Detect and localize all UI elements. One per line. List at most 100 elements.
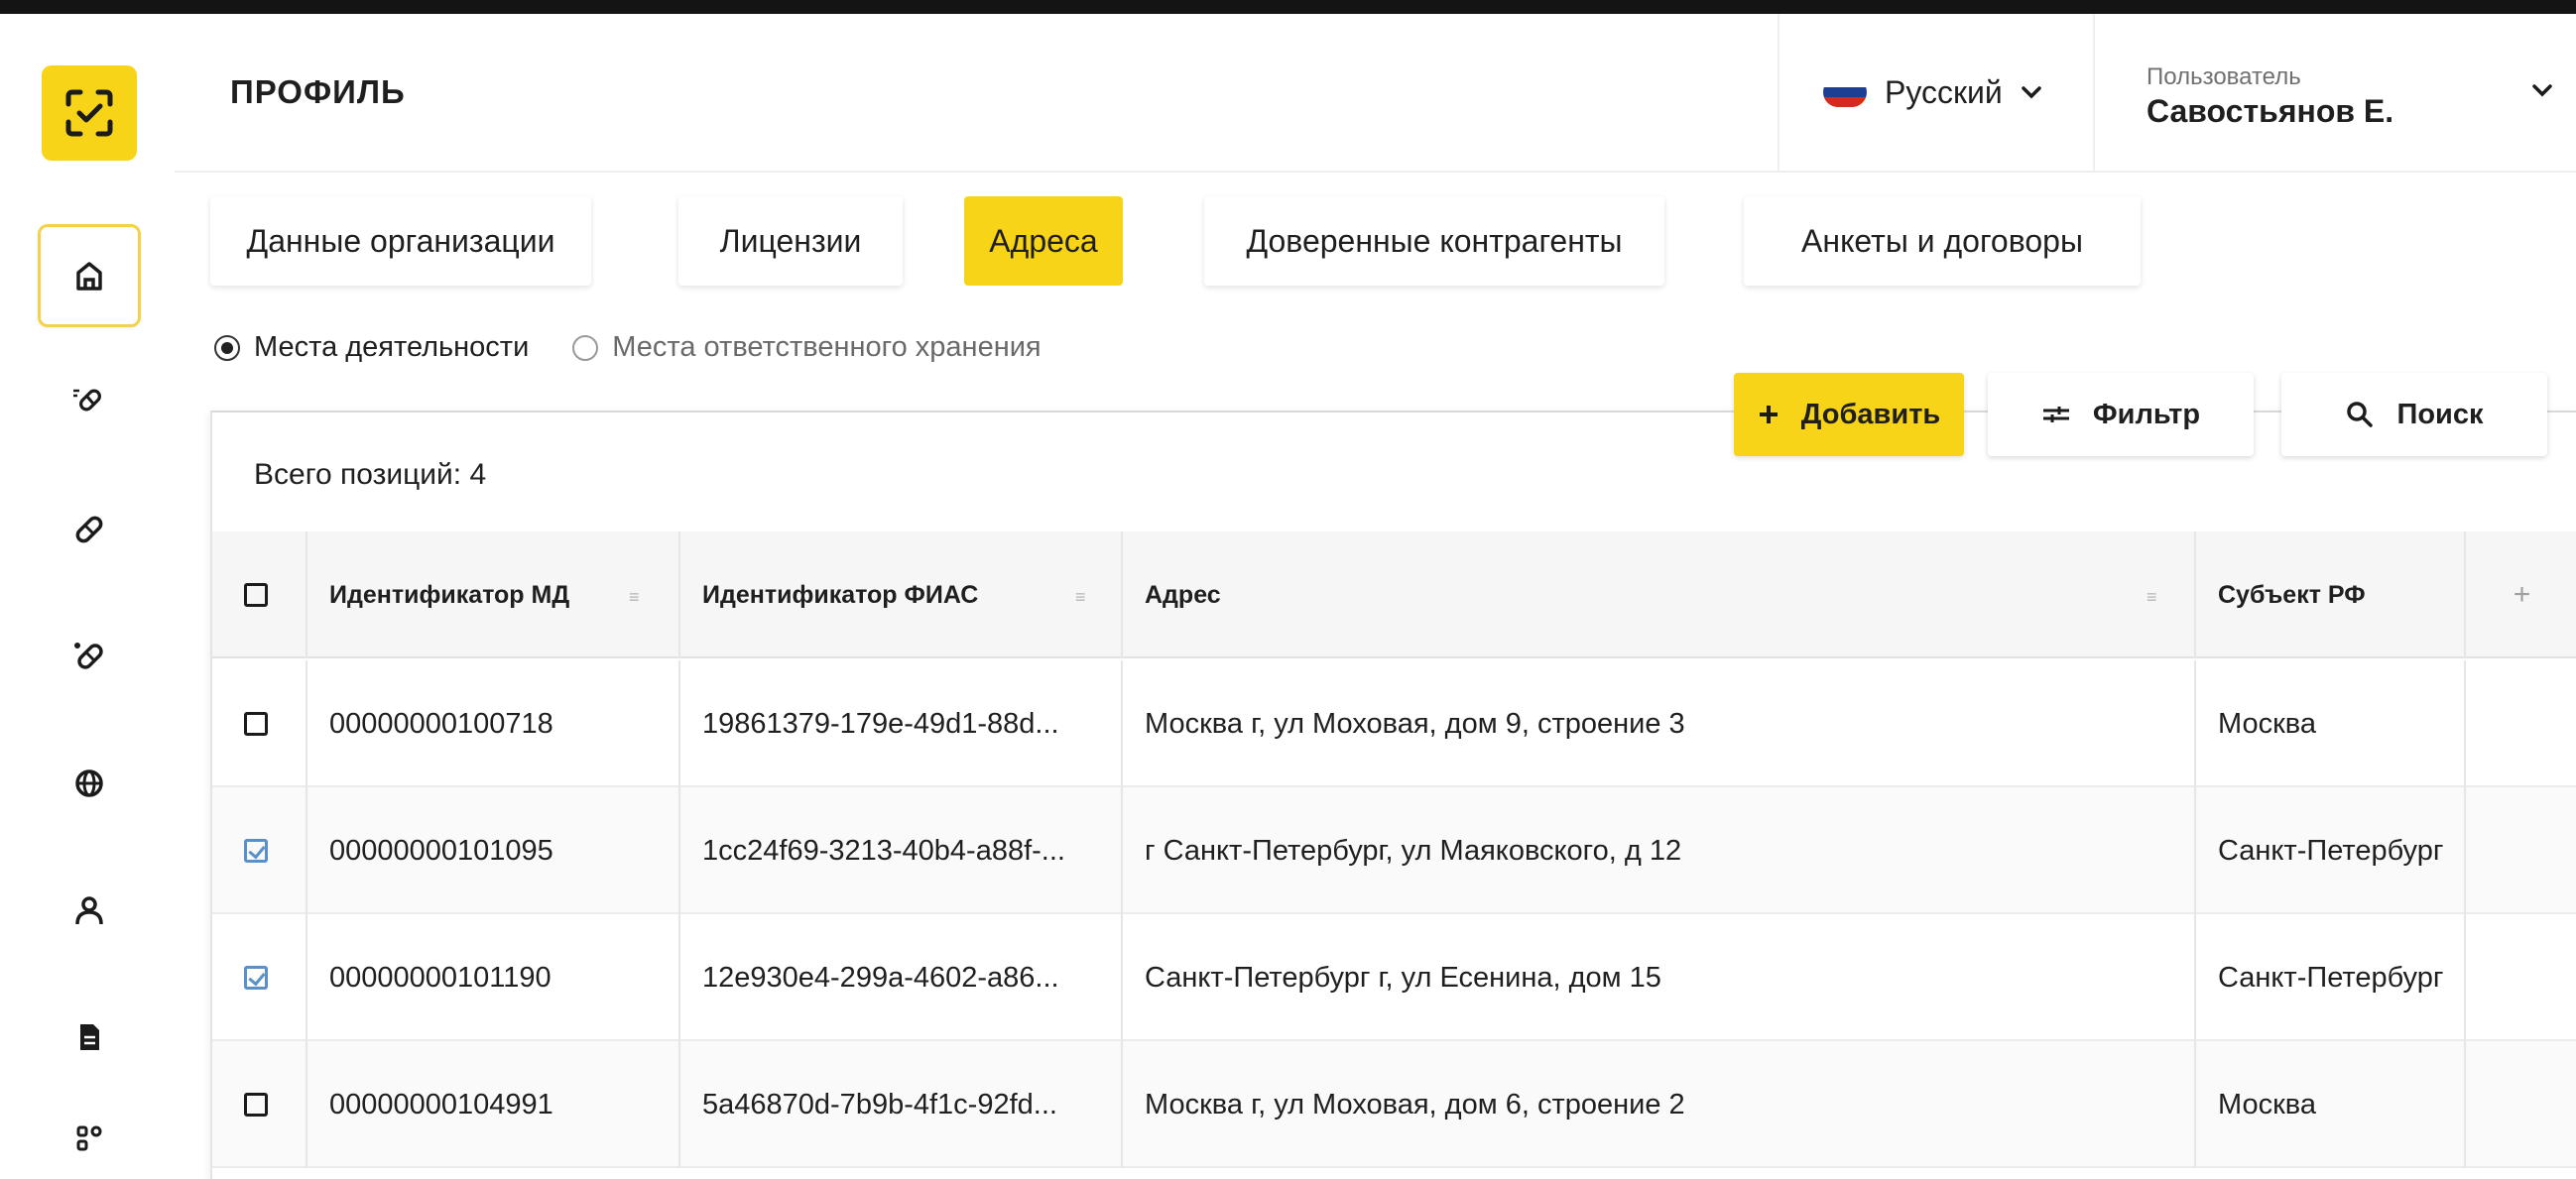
radio-activity-places-label: Места деятельности — [254, 331, 530, 363]
table-row[interactable]: 00000000101190 12e930e4-299a-4602-a86... С… — [212, 914, 2576, 1041]
column-divider — [2194, 1041, 2196, 1168]
row-checkbox-cell — [244, 914, 268, 1041]
column-divider — [1121, 1041, 1123, 1168]
user-label: Пользователь — [2147, 63, 2301, 90]
cell-subject: Москва — [2218, 707, 2317, 740]
row-checkbox-checked[interactable] — [244, 966, 268, 990]
cell-subject: Санкт-Петербург — [2218, 834, 2444, 867]
cell-md-id: 00000000100718 — [329, 707, 553, 740]
location-type-radio-group: Места деятельности Места ответственного … — [214, 331, 1042, 364]
app-logo[interactable] — [42, 65, 137, 161]
tab-forms-and-contracts[interactable]: Анкеты и договоры — [1744, 196, 2141, 286]
column-divider — [678, 531, 680, 658]
filter-button-label: Фильтр — [2092, 398, 2201, 430]
sidebar-item-home[interactable] — [38, 224, 141, 327]
select-all-cell — [244, 531, 284, 658]
column-divider — [306, 1041, 307, 1168]
cell-md-id: 00000000101190 — [329, 961, 552, 994]
column-divider — [678, 660, 680, 787]
column-header-subject[interactable]: Субъект РФ — [2218, 531, 2366, 658]
tab-addresses[interactable]: Адреса — [964, 196, 1123, 286]
column-divider — [306, 914, 307, 1041]
radio-storage-places[interactable]: Места ответственного хранения — [572, 331, 1042, 364]
add-button-label: Добавить — [1800, 398, 1941, 430]
add-column-button[interactable]: + — [2464, 531, 2576, 658]
column-divider — [678, 1041, 680, 1168]
column-menu-icon[interactable]: ≡ — [2147, 587, 2157, 608]
sidebar-item-globe[interactable] — [38, 732, 141, 835]
column-divider — [2464, 914, 2466, 1041]
page-title: ПРОФИЛЬ — [230, 73, 406, 110]
column-header-fias-id[interactable]: Идентификатор ФИАС — [702, 531, 978, 658]
table-row[interactable]: 00000000104991 5a46870d-7b9b-4f1c-92fd...… — [212, 1041, 2576, 1168]
column-header-md-id[interactable]: Идентификатор МД — [329, 531, 569, 658]
sidebar-item-pill[interactable] — [38, 478, 141, 581]
sidebar-item-apps[interactable] — [38, 1087, 141, 1179]
search-button-label: Поиск — [2396, 398, 2484, 430]
search-icon — [2347, 402, 2374, 427]
document-icon — [80, 1024, 99, 1050]
column-divider — [678, 787, 680, 914]
sidebar-item-documents[interactable] — [38, 986, 141, 1089]
total-count: Всего позиций: 4 — [254, 458, 487, 491]
column-divider — [306, 660, 307, 787]
user-menu[interactable]: Пользователь Савостьянов Е. — [2147, 63, 2393, 130]
sidebar-item-pills[interactable] — [38, 605, 141, 708]
row-checkbox[interactable] — [244, 1093, 268, 1117]
language-label: Русский — [1885, 73, 2003, 110]
cell-md-id: 00000000104991 — [329, 1088, 553, 1120]
table-row[interactable]: 00000000101095 1cc24f69-3213-40b4-a88f-..… — [212, 787, 2576, 914]
column-divider — [1121, 531, 1123, 658]
table-row[interactable]: 00000000100718 19861379-179e-49d1-88d... М… — [212, 660, 2576, 787]
home-icon — [76, 262, 102, 291]
add-button[interactable]: Добавить — [1734, 373, 1964, 456]
column-divider — [2464, 1041, 2466, 1168]
row-checkbox-checked[interactable] — [244, 839, 268, 863]
cell-fias-id: 19861379-179e-49d1-88d... — [702, 707, 1059, 740]
cell-fias-id: 5a46870d-7b9b-4f1c-92fd... — [702, 1088, 1057, 1120]
sidebar-item-user[interactable] — [38, 859, 141, 962]
plus-icon — [1759, 406, 1778, 423]
cell-address: г Санкт-Петербург, ул Маяковского, д 12 — [1145, 834, 1682, 867]
column-divider — [1121, 914, 1123, 1041]
radio-activity-places[interactable]: Места деятельности — [214, 331, 529, 364]
tab-licenses[interactable]: Лицензии — [678, 196, 903, 286]
pills-list-icon — [73, 389, 101, 412]
filter-button[interactable]: Фильтр — [1988, 373, 2254, 456]
column-divider — [2464, 787, 2466, 914]
column-divider — [306, 787, 307, 914]
search-button[interactable]: Поиск — [2281, 373, 2547, 456]
column-divider — [1121, 660, 1123, 787]
language-selector[interactable]: Русский — [1778, 14, 2095, 171]
column-divider — [678, 914, 680, 1041]
radio-unselected-indicator[interactable] — [572, 334, 599, 361]
sidebar — [0, 14, 175, 1179]
radio-storage-places-label: Места ответственного хранения — [612, 331, 1042, 363]
cell-md-id: 00000000101095 — [329, 834, 553, 867]
cell-fias-id: 1cc24f69-3213-40b4-a88f-... — [702, 834, 1065, 867]
row-checkbox-cell — [244, 787, 268, 914]
cell-address: Москва г, ул Моховая, дом 9, строение 3 — [1145, 707, 1685, 740]
pill-icon — [75, 516, 103, 543]
user-chevron-down-icon[interactable] — [2531, 83, 2553, 97]
column-menu-icon[interactable]: ≡ — [629, 587, 640, 608]
user-icon — [75, 896, 103, 925]
column-divider — [1121, 787, 1123, 914]
column-divider — [2194, 531, 2196, 658]
sidebar-item-pills-list[interactable] — [38, 351, 141, 454]
column-menu-icon[interactable]: ≡ — [1075, 587, 1086, 608]
cell-fias-id: 12e930e4-299a-4602-a86... — [702, 961, 1059, 994]
cell-subject: Москва — [2218, 1088, 2317, 1120]
tab-organization-data[interactable]: Данные организации — [210, 196, 591, 286]
filter-sliders-icon — [2042, 407, 2069, 422]
column-divider — [2194, 914, 2196, 1041]
row-checkbox[interactable] — [244, 712, 268, 736]
user-name: Савостьянов Е. — [2147, 93, 2394, 129]
table-header: Идентификатор МД ≡ Идентификатор ФИАС ≡ … — [212, 531, 2576, 658]
addresses-panel: Всего позиций: 4 Идентификатор МД ≡ Иден… — [210, 373, 2576, 1179]
tab-trusted-counterparties[interactable]: Доверенные контрагенты — [1204, 196, 1664, 286]
radio-selected-indicator[interactable] — [214, 334, 240, 361]
column-header-address[interactable]: Адрес — [1145, 531, 1221, 658]
row-checkbox-cell — [244, 660, 268, 787]
select-all-checkbox[interactable] — [244, 583, 268, 607]
